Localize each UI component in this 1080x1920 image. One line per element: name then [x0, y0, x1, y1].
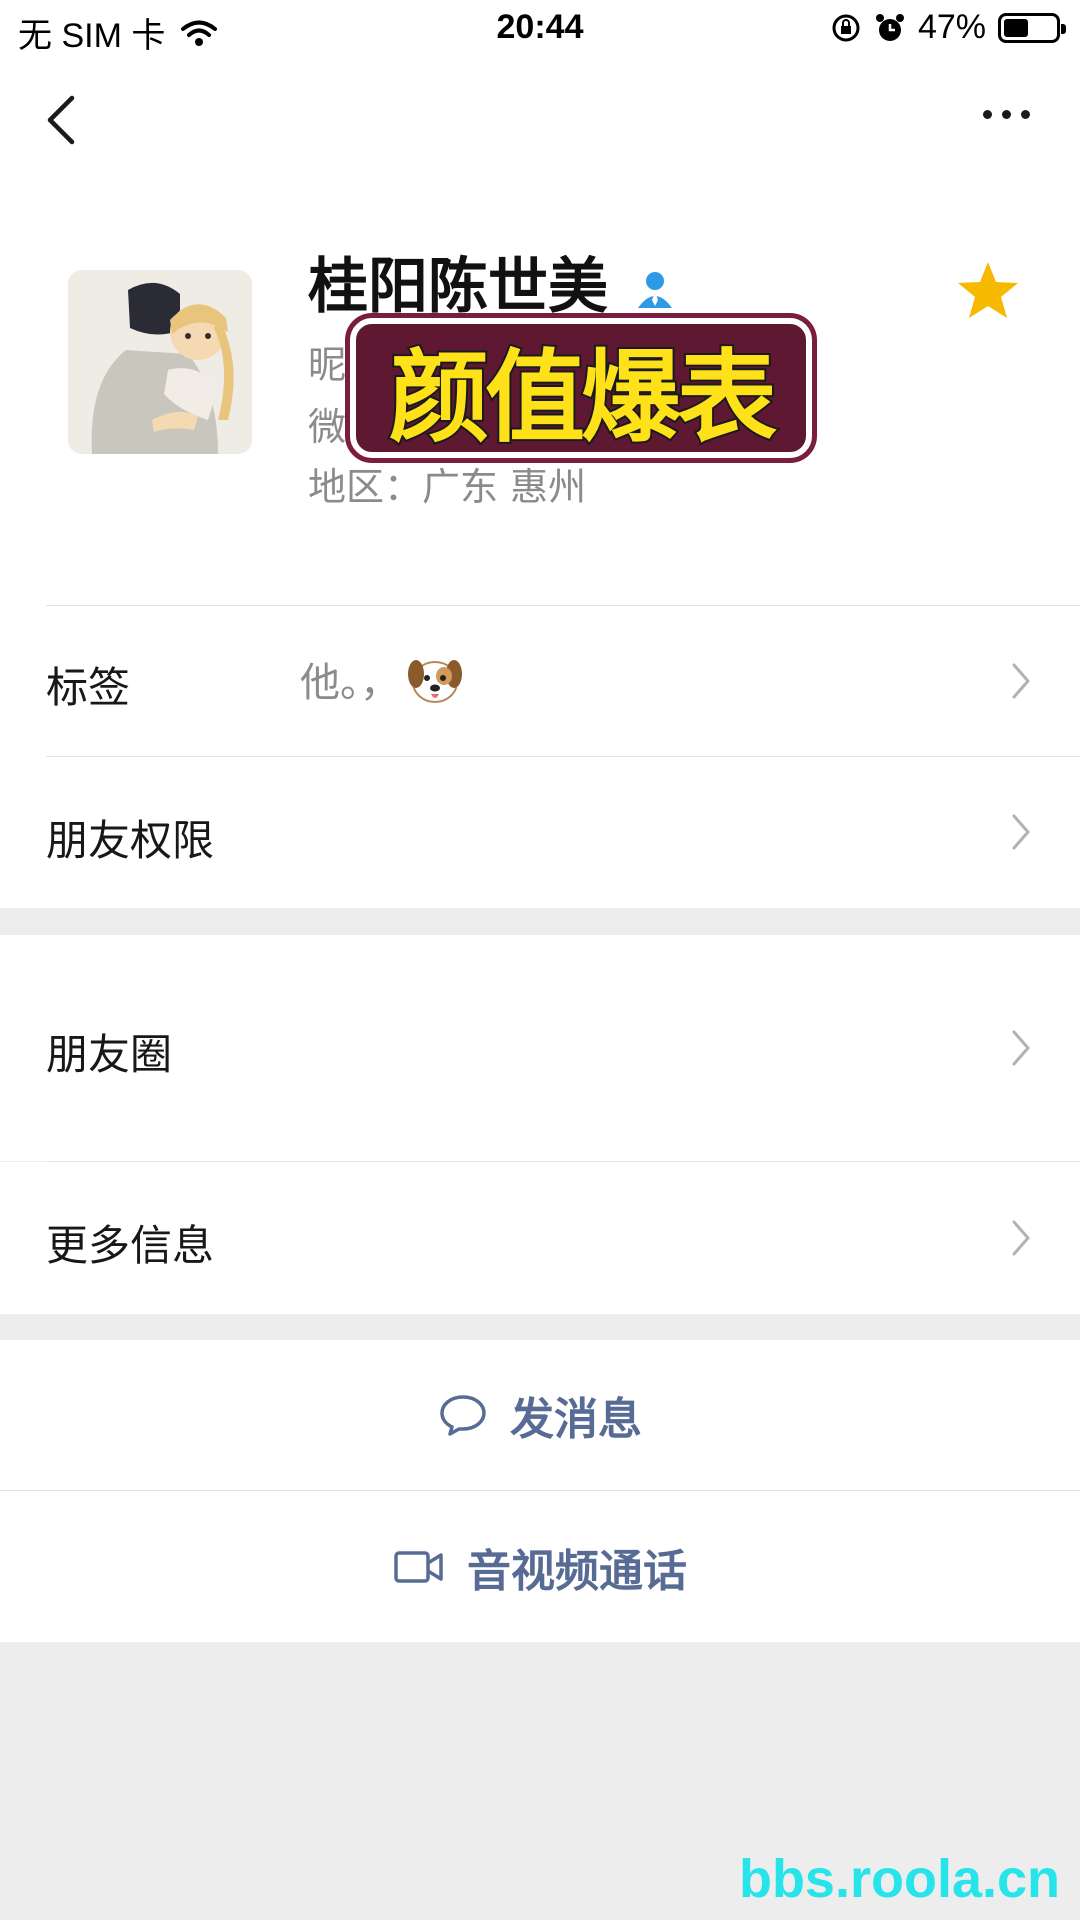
friend-permissions-row[interactable]: 朋友权限 [0, 757, 1080, 907]
more-info-row[interactable]: 更多信息 [0, 1162, 1080, 1314]
friend-permissions-label: 朋友权限 [46, 816, 215, 865]
chevron-right-icon [1012, 1220, 1030, 1256]
dog-face-icon [408, 660, 462, 703]
region-line: 地区：广东 惠州 [308, 465, 587, 509]
video-call-button[interactable]: 音视频通话 [0, 1491, 1080, 1642]
send-message-button[interactable]: 发消息 [0, 1340, 1080, 1490]
tags-label: 标签 [46, 663, 131, 712]
battery-icon [998, 12, 1066, 43]
profile-name: 桂阳陈世美 [308, 252, 608, 322]
rotation-lock-icon [832, 14, 860, 41]
more-options-button[interactable] [983, 110, 1030, 119]
chevron-right-icon [1012, 1030, 1030, 1066]
sticker-text: 颜值爆表 [387, 337, 779, 458]
status-bar: 无 SIM 卡 20:44 47% [0, 0, 1080, 58]
alarm-icon [875, 13, 904, 41]
chevron-right-icon [1012, 814, 1030, 850]
moments-row[interactable]: 朋友圈 [0, 935, 1080, 1161]
tags-value: 他。， [300, 660, 400, 706]
battery-fill [1004, 18, 1028, 37]
battery-percent: 47% [917, 8, 986, 46]
star-icon[interactable] [956, 260, 1020, 320]
moments-label: 朋友圈 [46, 1030, 173, 1079]
avatar[interactable] [68, 270, 252, 454]
more-info-label: 更多信息 [46, 1221, 215, 1270]
back-chevron-icon[interactable] [40, 92, 84, 148]
overlay-sticker: 颜值爆表 [350, 318, 812, 458]
send-message-label: 发消息 [510, 1394, 642, 1445]
chat-bubble-icon [440, 1395, 486, 1436]
video-camera-icon [394, 1550, 443, 1583]
video-call-label: 音视频通话 [467, 1545, 687, 1597]
chevron-right-icon [1012, 663, 1030, 699]
contact-badge-icon [638, 272, 672, 308]
nickname-line: 昵 [308, 343, 347, 387]
tags-row[interactable]: 标签 他。， [0, 606, 1080, 756]
wechat-id-line: 微 [308, 405, 347, 449]
avatar-illustration [68, 270, 252, 454]
watermark: bbs.roola.cn [738, 1849, 1060, 1909]
